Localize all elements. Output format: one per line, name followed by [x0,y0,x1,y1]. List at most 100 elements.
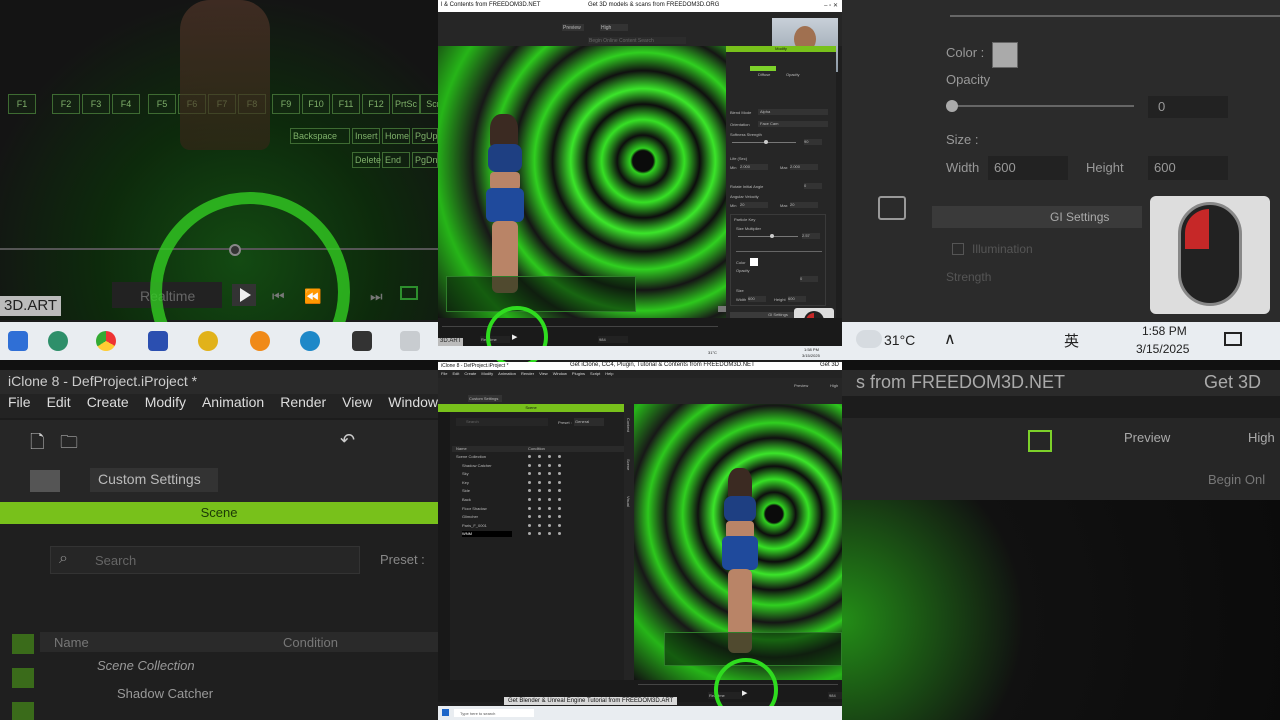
loop-icon[interactable] [400,286,418,300]
sidebar-icon[interactable] [12,702,34,720]
opacity-value[interactable]: 0 [1148,96,1228,118]
visibility-icon[interactable] [538,455,541,458]
visibility-icon[interactable] [538,472,541,476]
visibility-icon[interactable] [528,472,531,476]
tree-item[interactable]: Scene Collection [456,454,486,460]
notification-icon[interactable] [1224,332,1242,346]
tree-item[interactable]: Shadow Catcher [462,463,492,469]
illumination-checkbox[interactable] [952,243,964,255]
visibility-icon[interactable] [548,455,551,458]
menu-plugins[interactable]: Plugins [572,371,585,376]
tree-scene-collection[interactable]: Scene Collection [97,658,195,673]
content-search[interactable]: Begin Online Content Search [588,37,686,44]
menu-animation[interactable]: Animation [202,394,264,410]
taskbar-app-icon[interactable] [148,331,168,351]
frame-field[interactable]: 984 [598,336,628,343]
visibility-icon[interactable] [528,455,531,458]
visibility-icon[interactable] [548,472,551,476]
3d-viewport[interactable] [438,46,726,318]
visibility-icon[interactable] [558,480,561,484]
tab-opacity[interactable]: Opacity [786,72,800,78]
sidebar-icon[interactable] [12,668,34,688]
visibility-icon[interactable] [558,463,561,467]
softness-slider[interactable] [764,140,768,144]
preview-dropdown[interactable]: Preview [1124,430,1202,450]
opacity-slider-handle[interactable] [946,100,958,112]
visibility-icon[interactable] [538,480,541,484]
menu-modify[interactable]: Modify [481,371,493,376]
visibility-icon[interactable] [528,498,531,501]
quality-dropdown[interactable]: High [1248,430,1275,445]
preview-dropdown[interactable]: Preview [794,383,808,389]
menu-window[interactable]: Window [553,371,567,376]
custom-settings-dropdown[interactable]: Custom Settings [468,395,502,402]
frame-field[interactable]: 984 [828,692,842,699]
next-key-icon[interactable]: ⏭ [370,288,383,305]
visibility-icon[interactable] [548,463,551,467]
visibility-icon[interactable] [558,532,561,536]
visibility-icon[interactable] [558,489,561,493]
width-value[interactable]: 600 [988,156,1068,180]
visibility-icon[interactable] [528,480,531,484]
tree-item[interactable]: Back [462,497,471,503]
visibility-icon[interactable] [548,489,551,493]
visibility-icon[interactable] [538,523,541,527]
menu-animation[interactable]: Animation [498,371,516,376]
orientation-dropdown[interactable]: Face Cam [758,121,828,127]
tree-item[interactable]: Side [462,488,470,494]
visibility-icon[interactable] [528,489,531,493]
ime-indicator[interactable]: 英 [1064,330,1079,351]
menu-render[interactable]: Render [521,371,534,376]
preview-dropdown[interactable]: Preview [562,24,584,31]
visibility-icon[interactable] [558,523,561,527]
menu-script[interactable]: Script [590,371,600,376]
visibility-icon[interactable] [558,498,561,501]
visibility-icon[interactable] [548,515,551,519]
taskbar-app-icon[interactable] [48,331,68,351]
visibility-icon[interactable] [538,489,541,493]
menu-help[interactable]: Help [605,371,613,376]
visibility-icon[interactable] [528,532,531,536]
blend-mode-dropdown[interactable]: Alpha [758,109,828,115]
visibility-icon[interactable] [528,515,531,519]
taskbar-search[interactable]: Type here to search [454,709,534,717]
comment-icon[interactable] [878,196,906,220]
visibility-icon[interactable] [528,523,531,527]
start-icon[interactable] [442,709,449,716]
color-swatch[interactable] [992,42,1018,68]
tree-item[interactable]: Paris_F_0001 [462,523,487,529]
menu-edit[interactable]: Edit [452,371,459,376]
search-input-zoom-right[interactable]: Begin Onl [1208,472,1265,487]
sidebar-icon[interactable] [12,634,34,654]
taskbar-app-icon[interactable] [8,331,28,351]
tree-item[interactable]: Floor Shadow [462,506,487,512]
visibility-icon[interactable] [548,498,551,501]
visibility-icon[interactable] [528,463,531,467]
taskbar-app-icon[interactable] [400,331,420,351]
tree-item[interactable]: Glimcher [462,514,478,520]
color-swatch[interactable] [750,258,758,266]
tray-chevron-icon[interactable]: ∧ [944,329,956,349]
gi-settings-header[interactable]: GI Settings [932,206,1142,228]
height-value[interactable]: 600 [1148,156,1228,180]
tree-item[interactable]: WNM [462,531,512,538]
visibility-icon[interactable] [548,532,551,536]
visibility-icon[interactable] [548,480,551,484]
visibility-icon[interactable] [538,515,541,519]
frame-select-icon[interactable] [1028,430,1052,452]
menu-create[interactable]: Create [87,394,129,410]
preset-dropdown[interactable]: General [574,418,604,426]
taskbar-app-icon[interactable] [352,331,372,351]
tab-diffuse[interactable]: Diffuse [758,72,770,78]
menu-edit[interactable]: Edit [47,394,71,410]
visibility-icon[interactable] [558,455,561,458]
visibility-icon[interactable] [548,506,551,510]
menu-view[interactable]: View [342,394,372,410]
visibility-icon[interactable] [558,515,561,519]
menu-view[interactable]: View [539,371,548,376]
visibility-icon[interactable] [558,506,561,510]
menu-file[interactable]: File [8,394,31,410]
open-folder-icon[interactable]: 🗀 [60,430,78,460]
visibility-icon[interactable] [538,506,541,510]
tree-item[interactable]: Sky [462,471,469,477]
